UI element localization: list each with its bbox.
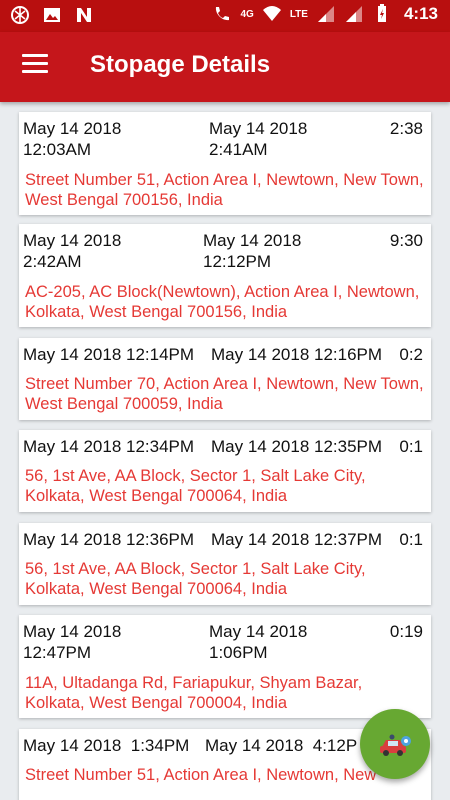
status-right-icons: 4G LTE 4:13 xyxy=(212,4,438,24)
start-time: May 14 2018 12:14PM xyxy=(23,345,195,364)
signal-2-icon xyxy=(345,6,362,22)
address: Street Number 70, Action Area I, Newtown… xyxy=(25,375,424,413)
stopage-card[interactable]: May 14 2018 2:42AM May 14 2018 12:12PM 9:3… xyxy=(19,224,431,327)
n-icon xyxy=(77,8,91,22)
end-time: May 14 2018 2:41AM xyxy=(209,119,308,159)
start-time: May 14 2018 2:42AM xyxy=(23,231,122,271)
stopage-card[interactable]: May 14 2018 12:14PM May 14 2018 12:16PM … xyxy=(19,338,431,420)
lte-label: LTE xyxy=(289,8,308,20)
duration: 0:1 xyxy=(399,530,423,549)
start-time: May 14 2018 1:34PM xyxy=(23,736,190,755)
start-time: May 14 2018 12:34PM xyxy=(23,437,195,456)
duration: 9:30 xyxy=(389,231,423,250)
address: AC-205, AC Block(Newtown), Action Area I… xyxy=(25,283,420,321)
end-time: May 14 2018 12:16PM xyxy=(211,345,383,364)
start-time: May 14 2018 12:47PM xyxy=(23,622,122,662)
address: 56, 1st Ave, AA Block, Sector 1, Salt La… xyxy=(25,467,366,505)
network-type-label: 4G xyxy=(240,8,254,20)
end-time: May 14 2018 12:12PM xyxy=(203,231,302,271)
address: 56, 1st Ave, AA Block, Sector 1, Salt La… xyxy=(25,560,366,598)
stopage-card[interactable]: May 14 2018 12:36PM May 14 2018 12:37PM … xyxy=(19,523,431,605)
phone-4g-icon xyxy=(216,7,230,21)
duration: 0:2 xyxy=(399,345,423,364)
car-icon xyxy=(380,734,411,756)
target-icon xyxy=(11,6,29,24)
duration: 0:19 xyxy=(389,622,423,641)
address: Street Number 51, Action Area I, Newtown… xyxy=(25,171,424,209)
address: 11A, Ultadanga Rd, Fariapukur, Shyam Baz… xyxy=(25,674,363,712)
status-bar: 4G LTE 4:13 xyxy=(0,0,450,32)
end-time: May 14 2018 1:06PM xyxy=(209,622,308,662)
status-left-icons xyxy=(10,5,94,25)
end-time: May 14 2018 4:12P xyxy=(205,736,358,755)
stopage-card[interactable]: May 14 2018 12:47PM May 14 2018 1:06PM 0:1… xyxy=(19,615,431,718)
end-time: May 14 2018 12:37PM xyxy=(211,530,383,549)
duration: 2:38 xyxy=(389,119,423,138)
app-bar: Stopage Details xyxy=(0,32,450,102)
address: Street Number 51, Action Area I, Newtown… xyxy=(25,766,377,784)
duration: 0:1 xyxy=(399,437,423,456)
wifi-icon xyxy=(262,6,281,21)
stopage-card[interactable]: May 14 2018 12:34PM May 14 2018 12:35PM … xyxy=(19,430,431,512)
page-title: Stopage Details xyxy=(90,51,271,78)
status-time: 4:13 xyxy=(403,4,438,23)
map-fab-button[interactable] xyxy=(360,709,430,779)
stopage-list[interactable]: May 14 2018 12:03AM May 14 2018 2:41AM 2:3… xyxy=(0,102,450,800)
end-time: May 14 2018 12:35PM xyxy=(211,437,383,456)
battery-icon xyxy=(377,4,386,22)
start-time: May 14 2018 12:36PM xyxy=(23,530,195,549)
image-icon xyxy=(44,8,60,22)
hamburger-menu-icon[interactable] xyxy=(22,54,48,76)
start-time: May 14 2018 12:03AM xyxy=(23,119,122,159)
stopage-card[interactable]: May 14 2018 12:03AM May 14 2018 2:41AM 2:3… xyxy=(19,112,431,215)
signal-icon xyxy=(317,6,334,22)
